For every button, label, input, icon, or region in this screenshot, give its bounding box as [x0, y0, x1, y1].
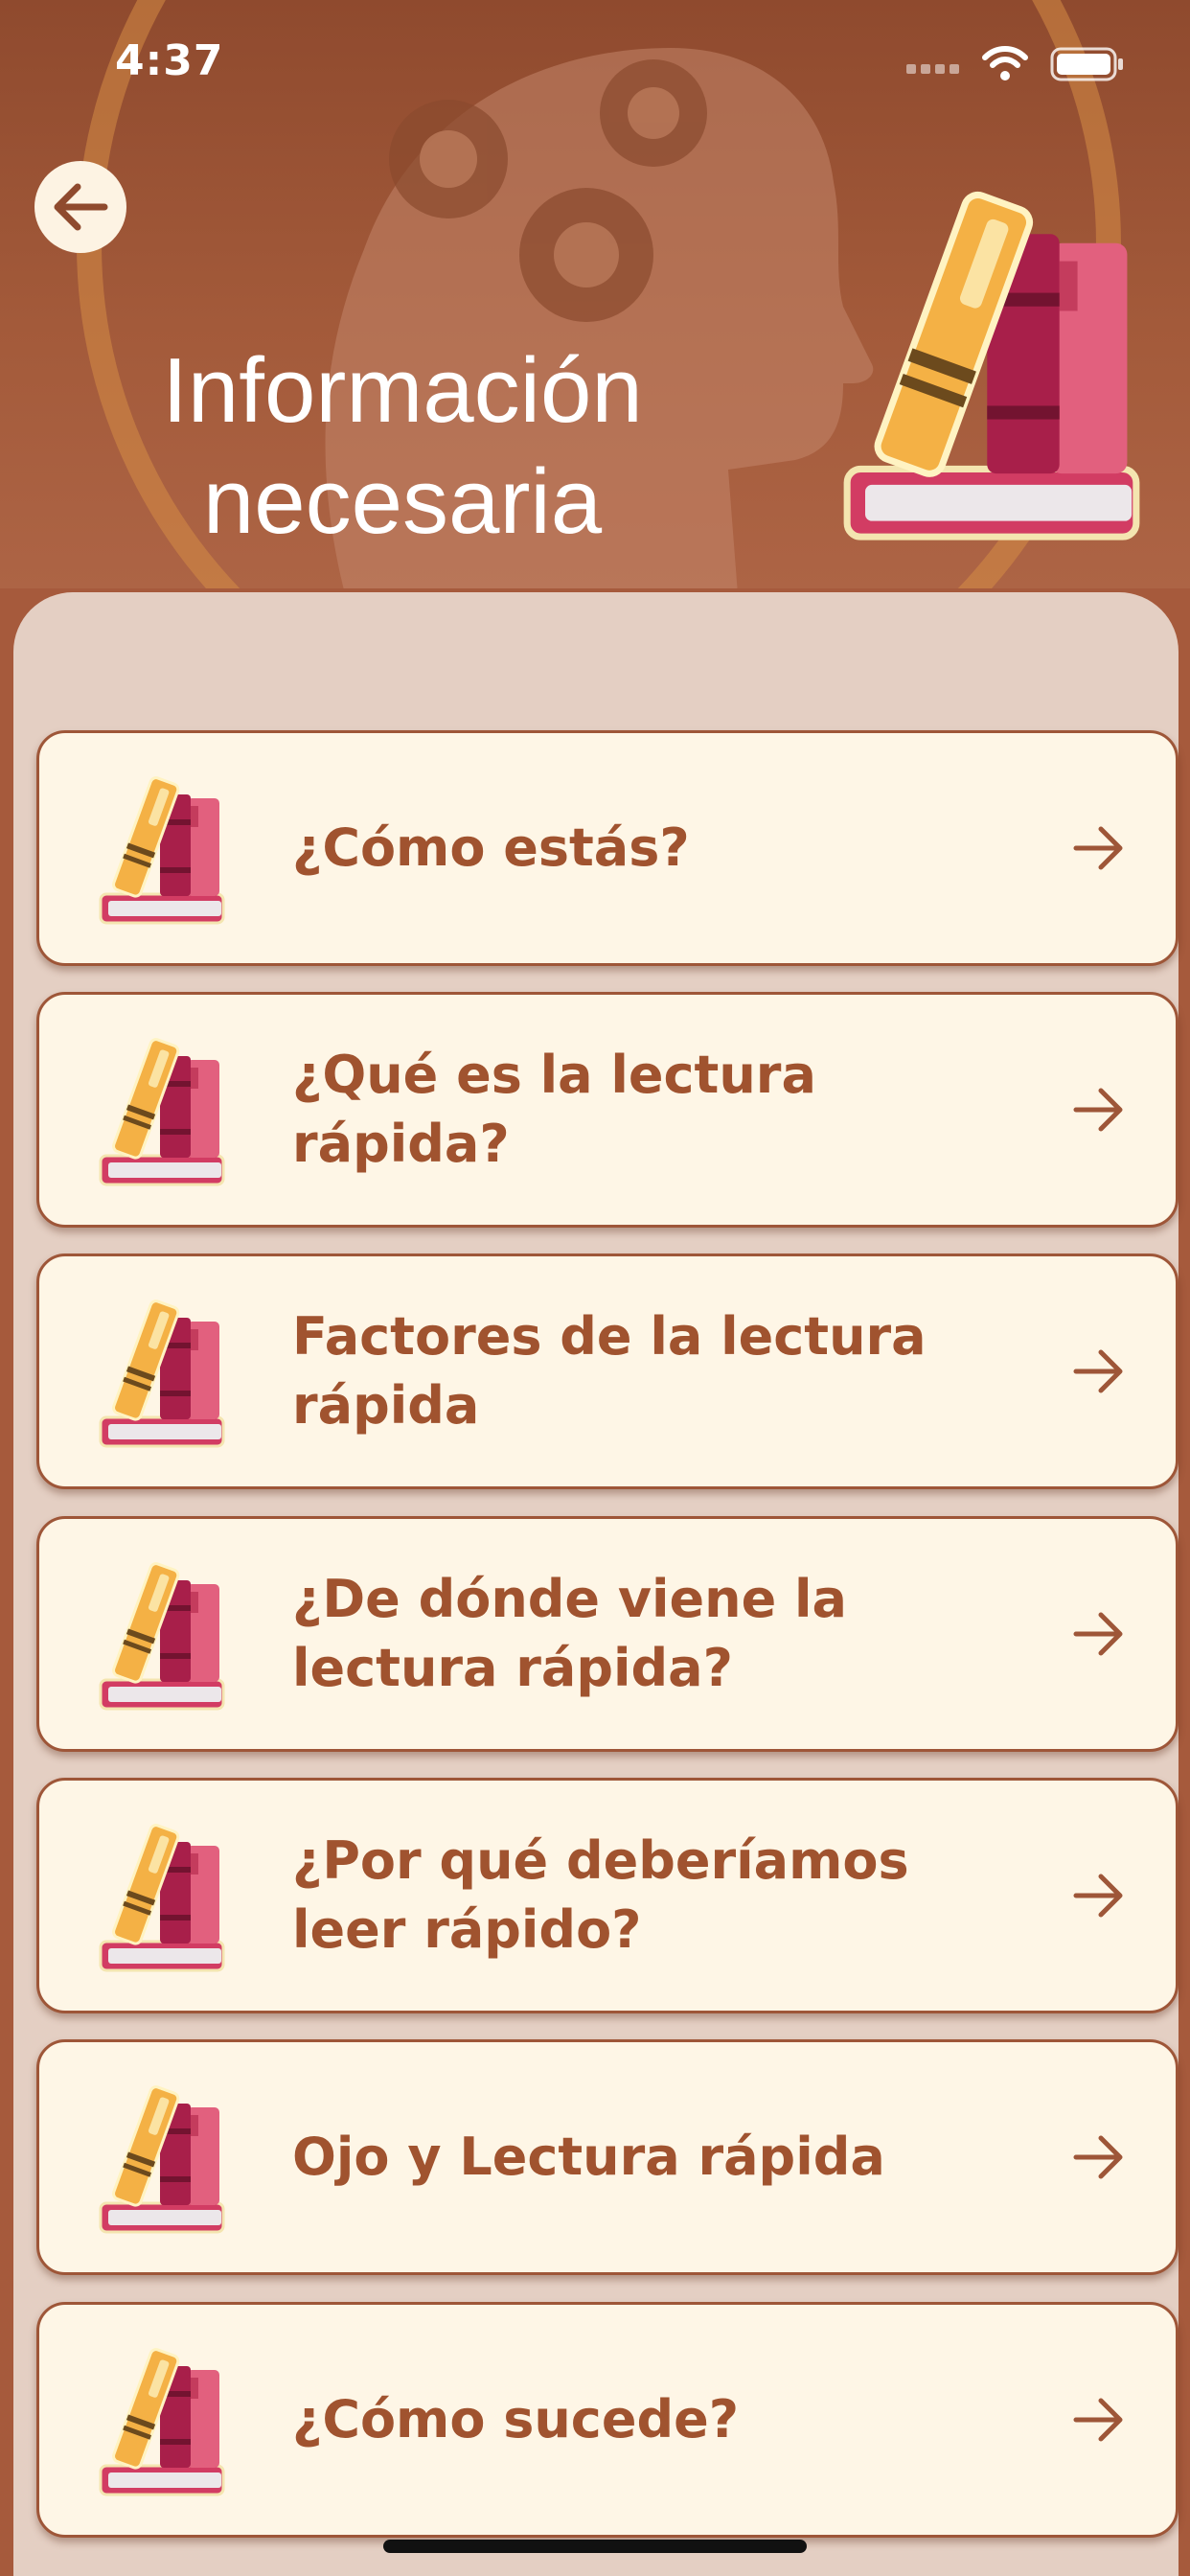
signal-icon — [906, 64, 959, 74]
home-indicator[interactable] — [383, 2540, 807, 2553]
list-item[interactable]: Ojo y Lectura rápida — [36, 2039, 1179, 2275]
list-item[interactable]: ¿Qué es la lectura rápida? — [36, 992, 1179, 1228]
books-icon — [95, 1033, 229, 1190]
arrow-right-icon — [1070, 2128, 1128, 2186]
list-item[interactable]: ¿Cómo sucede? — [36, 2302, 1179, 2538]
list-item[interactable]: ¿De dónde viene la lectura rápida? — [36, 1516, 1179, 1752]
list-item-label: ¿Cómo sucede? — [292, 2389, 740, 2450]
list-item[interactable]: ¿Cómo estás? — [36, 730, 1179, 966]
list-item[interactable]: ¿Por qué deberíamos leer rápido? — [36, 1778, 1179, 2013]
content-panel: ¿Cómo estás? ¿Qué es la lectura rápida? … — [13, 592, 1179, 2576]
books-icon — [95, 771, 229, 929]
books-icon — [95, 2343, 229, 2500]
arrow-right-icon — [1070, 1867, 1128, 1924]
header: 4:37 Información necesaria — [0, 0, 1190, 588]
status-time: 4:37 — [115, 36, 224, 85]
books-icon — [95, 2081, 229, 2238]
wifi-icon — [982, 46, 1028, 80]
books-icon — [95, 1819, 229, 1976]
battery-icon — [1050, 47, 1123, 81]
list-item-label: ¿Cómo estás? — [292, 817, 690, 878]
back-button[interactable] — [34, 161, 126, 253]
arrow-right-icon — [1070, 1605, 1128, 1663]
list-item-label: ¿De dónde viene la lectura rápida? — [292, 1569, 847, 1698]
screen: 4:37 Información necesaria ¿Cómo estás? … — [0, 0, 1190, 2576]
list-item[interactable]: Factores de la lectura rápida — [36, 1254, 1179, 1489]
status-icons — [906, 46, 1125, 82]
list-item-label: Ojo y Lectura rápida — [292, 2127, 885, 2187]
list-item-label: ¿Qué es la lectura rápida? — [292, 1045, 816, 1174]
list-item-label: Factores de la lectura rápida — [292, 1306, 927, 1436]
books-icon — [95, 1295, 229, 1452]
books-icon — [834, 169, 1150, 562]
arrow-left-icon — [54, 183, 108, 231]
page-title: Información necesaria — [162, 339, 643, 553]
list-item-label: ¿Por qué deberíamos leer rápido? — [292, 1830, 909, 1960]
arrow-right-icon — [1070, 819, 1128, 877]
arrow-right-icon — [1070, 1081, 1128, 1138]
arrow-right-icon — [1070, 1343, 1128, 1400]
books-icon — [95, 1557, 229, 1714]
arrow-right-icon — [1070, 2391, 1128, 2449]
